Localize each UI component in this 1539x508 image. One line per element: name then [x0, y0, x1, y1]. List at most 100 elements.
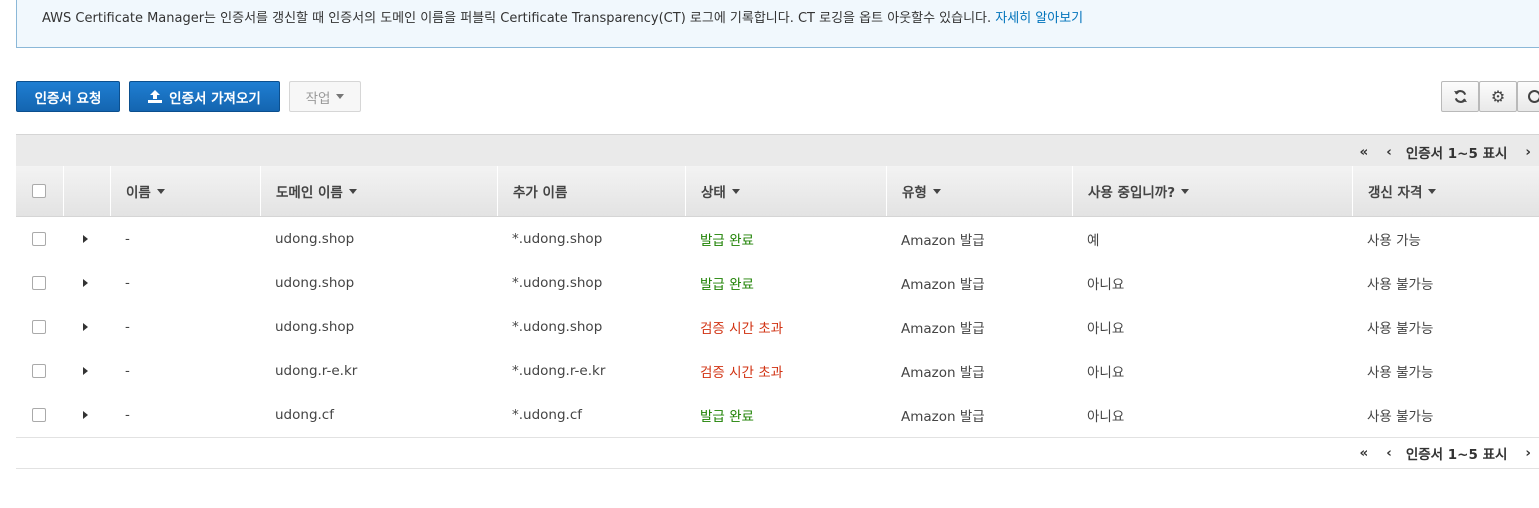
cert-additional-names: *.udong.cf	[512, 407, 583, 423]
sort-caret-icon	[156, 188, 165, 194]
expand-row-icon[interactable]	[83, 411, 88, 419]
cert-status: 발급 완료	[700, 233, 754, 249]
cert-name: -	[125, 275, 130, 291]
cert-status: 발급 완료	[700, 409, 754, 425]
cert-in-use: 아니요	[1087, 365, 1125, 381]
import-certificate-button[interactable]: 인증서 가져오기	[129, 81, 280, 112]
previous-page-button[interactable]: ‹	[1386, 144, 1392, 160]
cert-domain: udong.r-e.kr	[275, 363, 358, 379]
sort-caret-icon	[932, 188, 941, 194]
expand-cell	[83, 261, 88, 305]
expand-row-icon[interactable]	[83, 367, 88, 375]
row-select-cell	[32, 217, 46, 261]
help-button[interactable]	[1517, 81, 1539, 112]
cert-additional-names: *.udong.shop	[512, 319, 603, 335]
refresh-icon	[1453, 89, 1468, 104]
row-checkbox[interactable]	[32, 276, 46, 290]
column-header-name[interactable]: 이름	[110, 166, 260, 216]
expand-row-icon[interactable]	[83, 323, 88, 331]
cert-domain: udong.shop	[275, 319, 355, 335]
cert-name: -	[125, 363, 130, 379]
column-header-status[interactable]: 상태	[685, 166, 886, 216]
first-page-button[interactable]: «	[1360, 445, 1369, 461]
table-row[interactable]: - udong.shop *.udong.shop 발급 완료 Amazon 발…	[16, 261, 1539, 306]
help-icon	[1528, 90, 1539, 103]
table-header: 이름 도메인 이름 추가 이름 상태 유형 사용 중입니까? 갱신 자격	[16, 166, 1539, 217]
cert-type: Amazon 발급	[901, 321, 985, 337]
cert-in-use: 예	[1087, 233, 1100, 249]
cert-renewal: 사용 불가능	[1367, 277, 1434, 293]
row-checkbox[interactable]	[32, 232, 46, 246]
select-all-checkbox[interactable]	[32, 184, 46, 198]
column-header-domain[interactable]: 도메인 이름	[260, 166, 497, 216]
cert-renewal: 사용 가능	[1367, 233, 1421, 249]
expand-row-icon[interactable]	[83, 279, 88, 287]
pagination-text: 인증서 1~5 표시	[1405, 447, 1508, 463]
cert-type: Amazon 발급	[901, 409, 985, 425]
bottom-pagination-bar: « ‹ 인증서 1~5 표시 ›	[16, 436, 1539, 469]
cert-renewal: 사용 불가능	[1367, 321, 1434, 337]
expand-cell	[83, 393, 88, 437]
cert-additional-names: *.udong.shop	[512, 275, 603, 291]
top-pagination-bar: « ‹ 인증서 1~5 표시 ›	[16, 134, 1539, 167]
table-row[interactable]: - udong.shop *.udong.shop 발급 완료 Amazon 발…	[16, 217, 1539, 262]
cert-in-use: 아니요	[1087, 321, 1125, 337]
request-certificate-button[interactable]: 인증서 요청	[16, 81, 120, 112]
column-header-label: 이름	[126, 185, 151, 201]
column-header-type[interactable]: 유형	[886, 166, 1072, 216]
cert-domain: udong.cf	[275, 407, 334, 423]
upload-icon	[148, 90, 163, 103]
sort-caret-icon	[731, 188, 740, 194]
expand-cell	[83, 349, 88, 393]
column-header-label: 상태	[701, 185, 726, 201]
row-checkbox[interactable]	[32, 408, 46, 422]
row-select-cell	[32, 393, 46, 437]
cert-status: 발급 완료	[700, 277, 754, 293]
next-page-button[interactable]: ›	[1525, 144, 1531, 160]
cert-in-use: 아니요	[1087, 277, 1125, 293]
column-header-additional-names[interactable]: 추가 이름	[497, 166, 685, 216]
caret-down-icon	[336, 94, 345, 99]
table-row[interactable]: - udong.shop *.udong.shop 검증 시간 초과 Amazo…	[16, 305, 1539, 350]
first-page-button[interactable]: «	[1360, 144, 1369, 160]
cert-name: -	[125, 319, 130, 335]
settings-button[interactable]: ⚙	[1479, 81, 1517, 112]
banner-message: AWS Certificate Manager는 인증서를 갱신할 때 인증서의…	[42, 11, 992, 26]
cert-name: -	[125, 407, 130, 423]
sort-caret-icon	[348, 188, 357, 194]
column-header-label: 사용 중입니까?	[1088, 185, 1176, 201]
actions-label: 작업	[305, 90, 331, 107]
column-header-label: 도메인 이름	[276, 185, 343, 201]
cert-type: Amazon 발급	[901, 365, 985, 381]
select-all-cell	[16, 166, 63, 216]
table-row[interactable]: - udong.r-e.kr *.udong.r-e.kr 검증 시간 초과 A…	[16, 349, 1539, 394]
info-banner: AWS Certificate Manager는 인증서를 갱신할 때 인증서의…	[16, 0, 1539, 48]
cert-domain: udong.shop	[275, 275, 355, 291]
next-page-button[interactable]: ›	[1525, 445, 1531, 461]
column-header-in-use[interactable]: 사용 중입니까?	[1072, 166, 1352, 216]
cert-type: Amazon 발급	[901, 277, 985, 293]
import-certificate-label: 인증서 가져오기	[169, 90, 261, 107]
table-row[interactable]: - udong.cf *.udong.cf 발급 완료 Amazon 발급 아니…	[16, 393, 1539, 438]
expand-row-icon[interactable]	[83, 235, 88, 243]
learn-more-link[interactable]: 자세히 알아보기	[995, 11, 1083, 26]
actions-dropdown[interactable]: 작업	[289, 81, 361, 112]
cert-status: 검증 시간 초과	[700, 321, 784, 337]
column-header-label: 갱신 자격	[1368, 185, 1423, 201]
sort-caret-icon	[1181, 188, 1190, 194]
column-header-renewal[interactable]: 갱신 자격	[1352, 166, 1539, 216]
row-select-cell	[32, 349, 46, 393]
cert-domain: udong.shop	[275, 231, 355, 247]
row-checkbox[interactable]	[32, 364, 46, 378]
expand-cell	[83, 305, 88, 349]
row-select-cell	[32, 261, 46, 305]
cert-name: -	[125, 231, 130, 247]
previous-page-button[interactable]: ‹	[1386, 445, 1392, 461]
expand-header	[63, 166, 110, 216]
row-checkbox[interactable]	[32, 320, 46, 334]
cert-in-use: 아니요	[1087, 409, 1125, 425]
expand-cell	[83, 217, 88, 261]
refresh-button[interactable]	[1441, 81, 1479, 112]
column-header-label: 추가 이름	[513, 185, 568, 201]
bottom-pagination: « ‹ 인증서 1~5 표시 ›	[1360, 443, 1532, 463]
